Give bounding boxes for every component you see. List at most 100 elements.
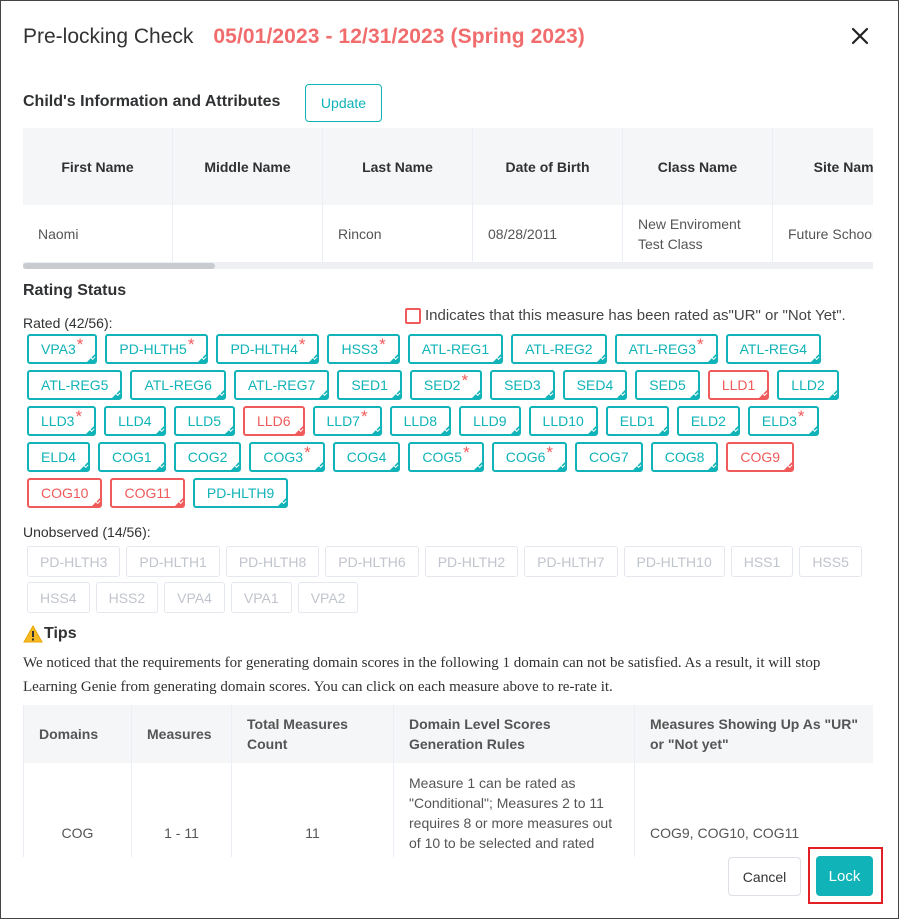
measure-chip[interactable]: COG4 <box>332 442 401 472</box>
measure-chip[interactable]: ATL-REG5 <box>27 370 123 400</box>
measure-chip[interactable]: HSS2 <box>95 582 159 613</box>
measure-label: COG6 <box>505 449 546 465</box>
measure-chip[interactable]: COG7 <box>575 442 643 472</box>
measure-chip[interactable]: PD-HLTH7 <box>524 546 618 577</box>
measure-chip[interactable]: HSS3 * <box>327 334 400 364</box>
measure-chip[interactable]: COG9 <box>726 442 795 472</box>
measure-chip[interactable]: LLD7 * <box>312 406 382 436</box>
measure-chip[interactable]: LLD10 <box>528 406 598 436</box>
measure-chip[interactable]: ELD4 <box>27 442 91 472</box>
measure-chip[interactable]: LLD8 <box>389 406 452 436</box>
measure-chip[interactable]: COG10 <box>27 478 103 508</box>
measure-chip[interactable]: PD-HLTH5 * <box>105 334 209 364</box>
measure-chip[interactable]: PD-HLTH3 <box>27 546 121 577</box>
check-corner-icon <box>758 389 769 399</box>
check-corner-icon <box>85 425 96 435</box>
table-cell: 1 - 11 <box>132 763 232 857</box>
measure-chip[interactable]: LLD5 <box>173 406 236 436</box>
table-cell: COG <box>24 763 132 857</box>
table-cell: Naomi <box>23 205 173 262</box>
check-corner-icon <box>370 425 381 435</box>
measure-chip[interactable]: LLD4 <box>104 406 166 436</box>
cancel-button[interactable]: Cancel <box>728 857 801 896</box>
measure-chip[interactable]: SED4 <box>562 370 628 400</box>
measure-chip[interactable]: COG8 <box>650 442 719 472</box>
measure-chip[interactable]: COG1 <box>98 442 166 472</box>
dialog-body[interactable]: Child's Information and Attributes Updat… <box>1 69 898 857</box>
measure-chip[interactable]: SED5 <box>635 370 700 400</box>
measure-label: LLD2 <box>791 377 825 393</box>
check-corner-icon <box>154 425 165 435</box>
measure-chip[interactable]: COG6 * <box>491 442 568 472</box>
legend: Indicates that this measure has been rat… <box>405 307 846 324</box>
measure-chip[interactable]: VPA4 <box>164 582 225 613</box>
measure-chip[interactable]: SED1 <box>337 370 402 400</box>
asterisk-icon: * <box>461 371 469 390</box>
measure-chip[interactable]: COG2 <box>173 442 242 472</box>
measure-label: ELD3 <box>761 413 797 429</box>
measure-label: LLD8 <box>403 413 438 429</box>
measure-chip[interactable]: COG11 <box>110 478 185 508</box>
measure-chip[interactable]: VPA2 <box>297 582 359 613</box>
horizontal-scrollbar[interactable] <box>23 263 873 269</box>
measure-chip[interactable]: ELD1 <box>605 406 669 436</box>
update-button[interactable]: Update <box>305 84 382 122</box>
measure-chip[interactable]: VPA3 * <box>27 334 98 364</box>
close-icon[interactable] <box>849 25 871 47</box>
scrollbar-thumb[interactable] <box>23 263 215 269</box>
measure-chip[interactable]: COG3 * <box>249 442 325 472</box>
measure-chip[interactable]: COG5 * <box>408 442 484 472</box>
check-corner-icon <box>230 461 241 471</box>
measure-chip[interactable]: HSS1 <box>730 546 794 577</box>
rated-measures: VPA3 * PD-HLTH5 * PD-HLTH4 * HSS3 * ATL-REG1 ATL-… <box>27 334 877 508</box>
measure-chip[interactable]: ELD3 * <box>747 406 819 436</box>
measure-chip[interactable]: PD-HLTH2 <box>424 546 519 577</box>
measure-chip[interactable]: LLD1 <box>707 370 770 400</box>
measure-chip[interactable]: LLD3 * <box>27 406 97 436</box>
measure-chip[interactable]: PD-HLTH8 <box>225 546 320 577</box>
measure-chip[interactable]: ATL-REG6 <box>130 370 226 400</box>
table-cell: 08/28/2011 <box>473 205 623 262</box>
measure-chip[interactable]: LLD6 <box>243 406 305 436</box>
measure-chip[interactable]: LLD2 <box>777 370 839 400</box>
lock-button[interactable]: Lock <box>816 856 873 896</box>
measure-chip[interactable]: ELD2 <box>676 406 740 436</box>
date-range: 05/01/2023 - 12/31/2023 (Spring 2023) <box>213 25 585 48</box>
asterisk-icon: * <box>298 335 306 354</box>
measure-chip[interactable]: ATL-REG7 <box>233 370 330 400</box>
measure-chip[interactable]: SED2 * <box>409 370 483 400</box>
measure-label: COG5 <box>422 449 463 465</box>
measure-chip[interactable]: ATL-REG1 <box>407 334 504 364</box>
measure-label: ATL-REG4 <box>739 341 808 357</box>
measure-chip[interactable]: SED3 <box>490 370 555 400</box>
measure-chip[interactable]: PD-HLTH9 <box>192 478 289 508</box>
measure-label: SED5 <box>649 377 686 393</box>
measure-chip[interactable]: VPA1 <box>230 582 292 613</box>
rated-label: Rated (42/56): <box>23 315 113 331</box>
check-corner-icon <box>389 461 400 471</box>
measure-label: LLD4 <box>118 413 152 429</box>
column-header: Measures Showing Up As "UR" or "Not yet" <box>635 705 873 763</box>
check-corner-icon <box>293 425 304 435</box>
check-corner-icon <box>509 425 520 435</box>
measure-chip[interactable]: LLD9 <box>459 406 521 436</box>
measure-chip[interactable]: PD-HLTH6 <box>325 546 419 577</box>
check-corner-icon <box>472 461 483 471</box>
measure-chip[interactable]: PD-HLTH10 <box>623 546 725 577</box>
measure-chip[interactable]: ATL-REG2 <box>511 334 607 364</box>
check-corner-icon <box>154 461 165 471</box>
measure-chip[interactable]: HSS4 <box>27 582 90 613</box>
check-corner-icon <box>807 425 818 435</box>
measure-label: LLD9 <box>473 413 507 429</box>
measure-chip[interactable]: ATL-REG3 * <box>614 334 718 364</box>
measure-label: LLD3 <box>41 413 75 429</box>
table-row: Naomi Rincon 08/28/2011 New Enviroment Test… <box>23 205 873 263</box>
column-header: Class Name <box>623 128 773 205</box>
measure-chip[interactable]: HSS5 <box>799 546 862 577</box>
check-corner-icon <box>471 389 482 399</box>
check-corner-icon <box>79 461 90 471</box>
measure-chip[interactable]: PD-HLTH4 * <box>216 334 320 364</box>
measure-chip[interactable]: PD-HLTH1 <box>126 546 220 577</box>
measure-chip[interactable]: ATL-REG4 <box>725 334 822 364</box>
tips-label: Tips <box>44 625 77 642</box>
